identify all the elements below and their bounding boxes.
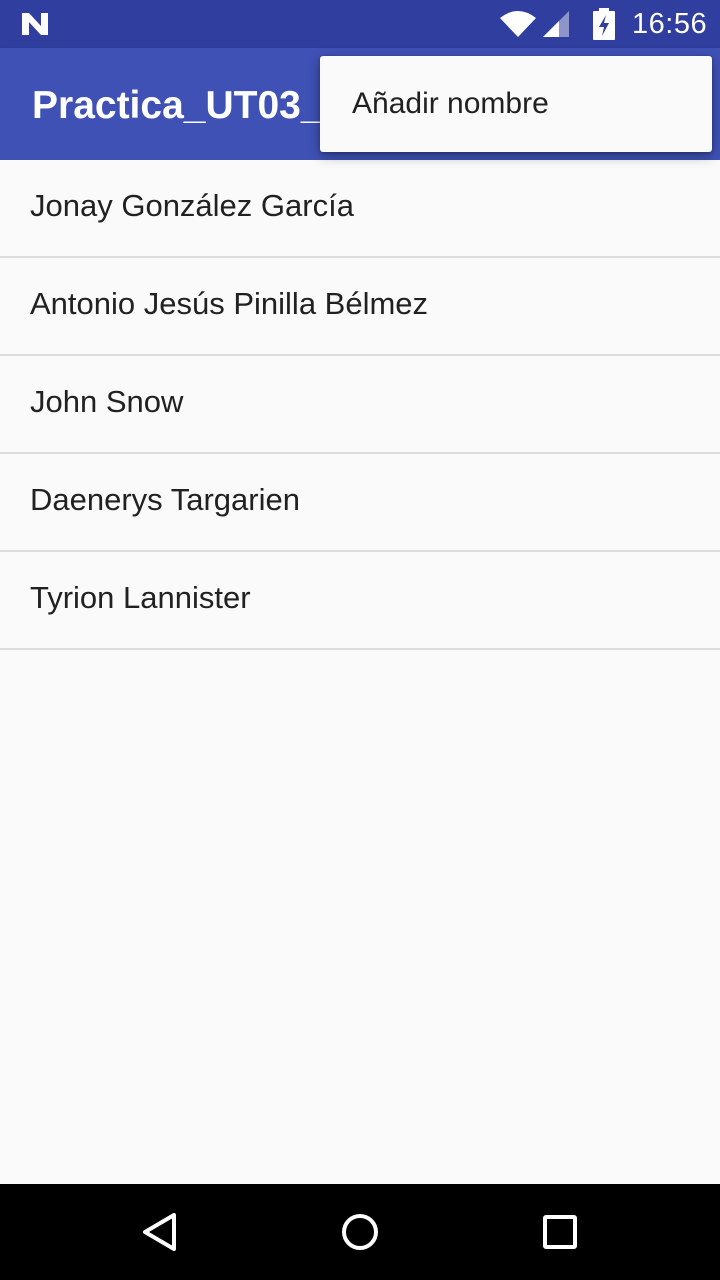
back-icon[interactable] [136, 1208, 184, 1256]
signal-icon [543, 11, 569, 37]
wifi-icon [500, 11, 536, 37]
list-item[interactable]: Tyrion Lannister [0, 552, 720, 650]
list-item[interactable]: Jonay González García [0, 160, 720, 258]
menu-item-label: Añadir nombre [352, 87, 549, 120]
list-item-label: John Snow [30, 384, 184, 419]
recents-icon[interactable] [536, 1208, 584, 1256]
list-item[interactable]: Daenerys Targarien [0, 454, 720, 552]
menu-item-add-name[interactable]: Añadir nombre [320, 56, 712, 152]
list-item-label: Antonio Jesús Pinilla Bélmez [30, 286, 429, 321]
status-clock: 16:56 [632, 8, 708, 40]
list-item-label: Jonay González García [30, 188, 354, 223]
list-item-label: Tyrion Lannister [30, 580, 251, 615]
n-notification-icon [22, 13, 48, 35]
names-list: Jonay González García Antonio Jesús Pini… [0, 160, 720, 650]
list-item-label: Daenerys Targarien [30, 482, 300, 517]
list-item[interactable]: Antonio Jesús Pinilla Bélmez [0, 258, 720, 356]
home-icon[interactable] [336, 1208, 384, 1256]
status-bar: 16:56 [0, 0, 720, 48]
overflow-menu: Añadir nombre [320, 56, 712, 152]
battery-charging-icon [593, 8, 615, 40]
list-item[interactable]: John Snow [0, 356, 720, 454]
navigation-bar [0, 1184, 720, 1280]
